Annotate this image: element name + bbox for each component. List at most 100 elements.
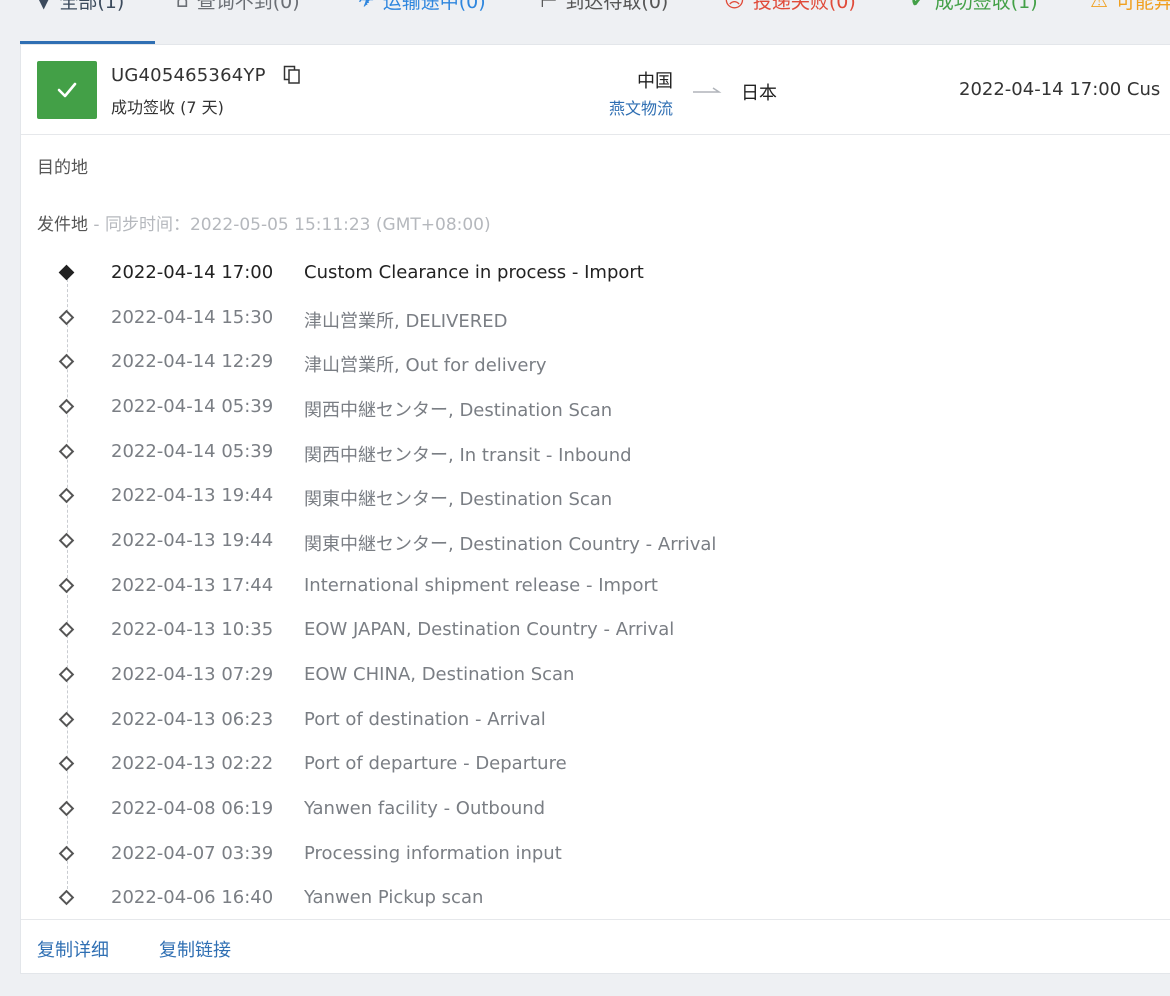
event-time: 2022-04-13 19:44 [111, 485, 274, 506]
tab-exception[interactable]: ⚠ 可能异常 [1090, 0, 1170, 14]
shipment-card: UG405465364YP 成功签收 (7 天) 中国 燕文物流 日本 2022… [20, 44, 1170, 974]
event-description: Yanwen facility - Outbound [304, 798, 546, 819]
event-description: 関西中継センター, Destination Scan [304, 400, 613, 421]
timeline-event: 2022-04-08 06:19 Yanwen facility - Outbo… [21, 794, 1121, 824]
tab-label: 投递失败(0) [752, 0, 856, 13]
check-icon: ✔ [910, 0, 927, 12]
event-time: 2022-04-13 07:29 [111, 664, 274, 685]
timeline-dot-icon [58, 711, 75, 728]
event-description: 関東中継センター, Destination Country - Arrival [304, 534, 717, 555]
timeline-dot-icon [58, 577, 75, 594]
shipment-header[interactable]: UG405465364YP 成功签收 (7 天) 中国 燕文物流 日本 2022… [21, 45, 1170, 135]
timeline-event: 2022-04-14 12:29 津山営業所, Out for delivery [21, 347, 1121, 377]
latest-event: 2022-04-14 17:00 Cus [959, 79, 1161, 100]
event-time: 2022-04-14 05:39 [111, 396, 274, 417]
lock-icon: ⌂ [176, 0, 189, 12]
filter-icon: ▼ [36, 0, 52, 12]
timeline-dot-icon [58, 398, 75, 415]
timeline-dot-icon [58, 443, 75, 460]
sad-face-icon: ☹ [724, 0, 745, 12]
timeline-dot-icon [58, 889, 75, 906]
timeline-dot-icon [58, 532, 75, 549]
tab-undelivered[interactable]: ☹ 投递失败(0) [724, 0, 856, 14]
event-description: EOW JAPAN, Destination Country - Arrival [304, 619, 675, 640]
timeline-dot-icon [58, 264, 75, 281]
timeline-event: 2022-04-14 05:39 関西中継センター, In transit - … [21, 437, 1121, 467]
timeline-event: 2022-04-13 19:44 関東中継センター, Destination C… [21, 526, 1121, 556]
plane-icon: ✈ [358, 0, 375, 12]
copy-icon[interactable] [283, 65, 301, 85]
timeline-event: 2022-04-14 05:39 関西中継センター, Destination S… [21, 392, 1121, 422]
event-description: Port of departure - Departure [304, 753, 567, 774]
delivered-status-icon [37, 61, 97, 119]
timeline-event: 2022-04-13 19:44 関東中継センター, Destination S… [21, 481, 1121, 511]
card-footer: 复制详细 复制链接 [21, 919, 1170, 975]
timeline-event: 2022-04-13 07:29 EOW CHINA, Destination … [21, 660, 1121, 690]
event-time: 2022-04-14 15:30 [111, 307, 274, 328]
event-description: 関東中継センター, Destination Scan [304, 489, 613, 510]
origin-country: 中国 [637, 71, 673, 92]
tab-in-transit[interactable]: ✈ 运输途中(0) [358, 0, 486, 14]
event-description: 関西中継センター, In transit - Inbound [304, 445, 632, 466]
timeline-dot-icon [58, 487, 75, 504]
timeline-event: 2022-04-14 17:00 Custom Clearance in pro… [21, 258, 1121, 288]
tab-label: 运输途中(0) [382, 0, 486, 13]
tab-label: 全部(1) [59, 0, 125, 13]
event-time: 2022-04-13 17:44 [111, 575, 274, 596]
event-description: Port of destination - Arrival [304, 709, 546, 730]
route-arrow-icon [693, 87, 722, 93]
tab-delivered[interactable]: ✔ 成功签收(1) [910, 0, 1038, 14]
destination-section-title: 目的地 [37, 158, 88, 178]
timeline-event: 2022-04-06 16:40 Yanwen Pickup scan [21, 883, 1121, 913]
timeline-dot-icon [58, 666, 75, 683]
event-time: 2022-04-08 06:19 [111, 798, 274, 819]
status-tab-bar: ▼ 全部(1) ⌂ 查询不到(0) ✈ 运输途中(0) ⊢ 到达待取(0) ☹ … [0, 0, 1170, 44]
event-description: Custom Clearance in process - Import [304, 262, 644, 283]
tab-label: 查询不到(0) [196, 0, 300, 13]
pickup-icon: ⊢ [540, 0, 558, 12]
delivery-status: 成功签收 (7 天) [111, 98, 224, 117]
sync-time: - 同步时间：2022-05-05 15:11:23 (GMT+08:00) [88, 215, 491, 235]
tab-label: 到达待取(0) [565, 0, 669, 13]
tab-all[interactable]: ▼ 全部(1) [36, 0, 124, 14]
timeline-event: 2022-04-13 17:44 International shipment … [21, 571, 1121, 601]
event-description: EOW CHINA, Destination Scan [304, 664, 575, 685]
event-description: International shipment release - Import [304, 575, 658, 596]
destination-country: 日本 [741, 83, 777, 104]
copy-details-link[interactable]: 复制详细 [37, 936, 109, 962]
carrier-link[interactable]: 燕文物流 [581, 95, 673, 119]
checkmark-icon [57, 82, 77, 98]
timeline-dot-icon [58, 755, 75, 772]
event-description: 津山営業所, DELIVERED [304, 311, 508, 332]
timeline-dot-icon [58, 353, 75, 370]
timeline-event: 2022-04-07 03:39 Processing information … [21, 839, 1121, 869]
warning-icon: ⚠ [1090, 0, 1108, 12]
event-time: 2022-04-13 19:44 [111, 530, 274, 551]
tab-not-found[interactable]: ⌂ 查询不到(0) [176, 0, 300, 14]
tracking-number: UG405465364YP [111, 65, 266, 86]
timeline-event: 2022-04-14 15:30 津山営業所, DELIVERED [21, 303, 1121, 333]
event-time: 2022-04-13 02:22 [111, 753, 274, 774]
timeline-event: 2022-04-13 10:35 EOW JAPAN, Destination … [21, 615, 1121, 645]
event-time: 2022-04-14 05:39 [111, 441, 274, 462]
origin-label: 发件地 [37, 215, 88, 235]
copy-link-link[interactable]: 复制链接 [159, 936, 231, 962]
origin-section-title: 发件地 - 同步时间：2022-05-05 15:11:23 (GMT+08:0… [37, 210, 491, 235]
timeline-dot-icon [58, 621, 75, 638]
event-time: 2022-04-14 17:00 [111, 262, 274, 283]
event-time: 2022-04-13 10:35 [111, 619, 274, 640]
tab-label: 可能异常 [1115, 0, 1170, 13]
timeline-event: 2022-04-13 02:22 Port of departure - Dep… [21, 749, 1121, 779]
event-time: 2022-04-06 16:40 [111, 887, 274, 908]
tab-ready-pickup[interactable]: ⊢ 到达待取(0) [540, 0, 668, 14]
event-description: Processing information input [304, 843, 562, 864]
timeline-dot-icon [58, 845, 75, 862]
tab-label: 成功签收(1) [934, 0, 1038, 13]
timeline-event: 2022-04-13 06:23 Port of destination - A… [21, 705, 1121, 735]
event-time: 2022-04-07 03:39 [111, 843, 274, 864]
timeline-dot-icon [58, 800, 75, 817]
event-time: 2022-04-13 06:23 [111, 709, 274, 730]
event-description: 津山営業所, Out for delivery [304, 355, 547, 376]
timeline-dot-icon [58, 309, 75, 326]
event-description: Yanwen Pickup scan [304, 887, 484, 908]
